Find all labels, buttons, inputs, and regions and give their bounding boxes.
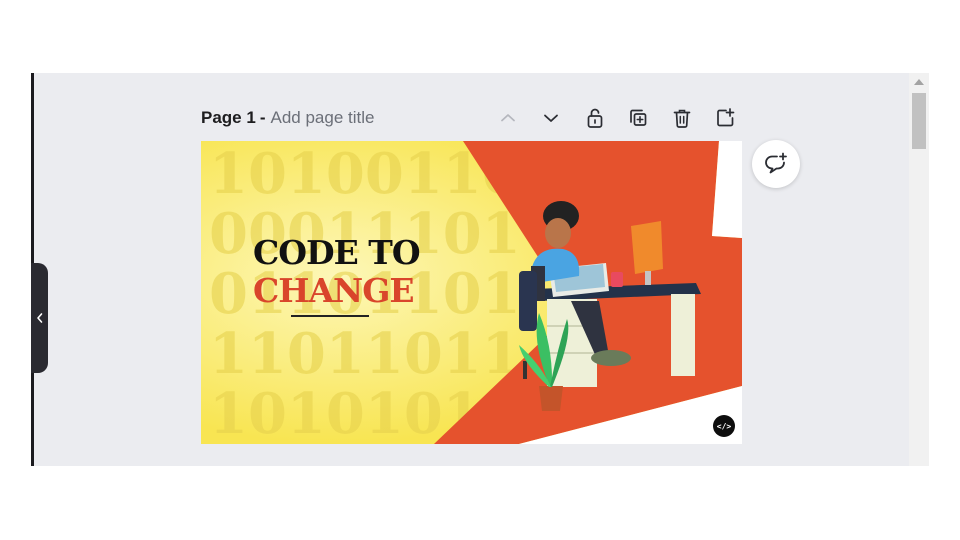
page-header: Page 1 - Add page title [201, 107, 374, 129]
editor-workspace: Page 1 - Add page title 10100110 0001110… [31, 73, 929, 466]
page-title-input[interactable]: Add page title [270, 108, 374, 128]
delete-page-button[interactable] [669, 105, 695, 131]
collapse-panel-handle[interactable] [31, 263, 48, 373]
chevron-down-icon [544, 114, 558, 122]
add-comment-button[interactable] [752, 140, 800, 188]
page-title-separator: - [259, 108, 266, 127]
move-page-down-button[interactable] [538, 105, 564, 131]
scroll-up-arrow-icon[interactable] [914, 79, 924, 85]
trash-icon [673, 109, 691, 128]
headline-line-1: CODE TO [253, 233, 421, 272]
add-page-icon [717, 108, 735, 127]
duplicate-page-button[interactable] [625, 105, 651, 131]
chevron-left-icon [36, 313, 42, 323]
lock-page-button[interactable] [582, 105, 608, 131]
design-canvas[interactable]: 10100110 00011101 01101101 11011011 1010… [201, 141, 742, 444]
code-badge: </> [713, 415, 735, 437]
chevron-up-icon [501, 114, 515, 122]
headline-line-2: CHANGE [253, 271, 415, 310]
vertical-scrollbar[interactable] [909, 73, 929, 466]
move-page-up-button[interactable] [495, 105, 521, 131]
page-number-label: Page 1 [201, 108, 256, 127]
design-headline: CODE TO CHANGE [253, 233, 421, 310]
unlock-icon [587, 108, 603, 128]
add-comment-icon [765, 152, 787, 174]
duplicate-icon [630, 109, 647, 126]
add-page-button[interactable] [712, 105, 738, 131]
scrollbar-thumb[interactable] [912, 93, 926, 149]
headline-underline [291, 315, 369, 317]
